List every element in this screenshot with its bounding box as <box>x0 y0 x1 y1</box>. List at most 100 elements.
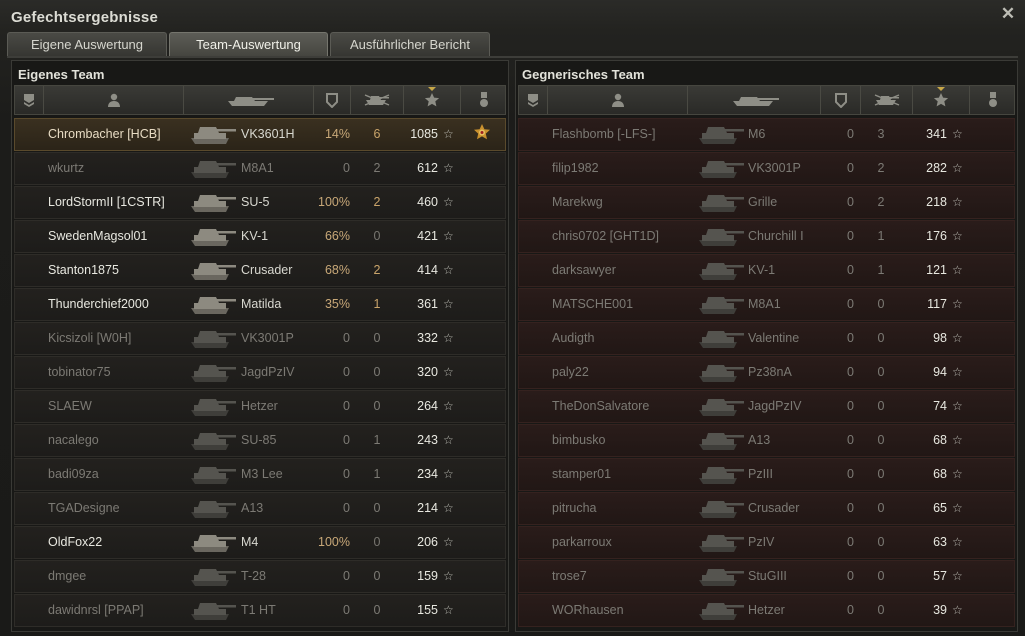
medal-icon[interactable] <box>472 124 492 144</box>
table-row[interactable]: stamper01 PzIII 0 0 68 ☆ <box>518 458 1015 491</box>
frags-value: 0 <box>373 501 381 515</box>
frags-value: 1 <box>373 297 381 311</box>
accuracy-value: 0 <box>343 501 350 515</box>
table-row[interactable]: Marekwg Grille 0 2 218 ☆ <box>518 186 1015 219</box>
table-row[interactable]: OldFox22 M4 100% 0 206 ☆ <box>14 526 506 559</box>
table-row[interactable]: parkarroux PzIV 0 0 63 ☆ <box>518 526 1015 559</box>
tank-name: StuGIII <box>748 569 787 583</box>
medal-column-icon[interactable] <box>461 86 507 114</box>
tank-name: Valentine <box>748 331 800 345</box>
xp-value: 68 <box>933 433 947 447</box>
table-row[interactable]: dawidnrsl [PPAP] T1 HT 0 0 155 ☆ <box>14 594 506 627</box>
table-row[interactable]: nacalego SU-85 0 1 243 ☆ <box>14 424 506 457</box>
table-row[interactable]: WORhausen Hetzer 0 0 39 ☆ <box>518 594 1015 627</box>
table-row[interactable]: chris0702 [GHT1D] Churchill I 0 1 176 ☆ <box>518 220 1015 253</box>
player-name[interactable]: stamper01 <box>552 459 611 490</box>
player-column-icon[interactable] <box>548 86 688 114</box>
player-name[interactable]: TheDonSalvatore <box>552 391 649 422</box>
player-name[interactable]: wkurtz <box>48 153 84 184</box>
star-icon: ☆ <box>443 467 454 481</box>
tank-column-icon[interactable] <box>688 86 821 114</box>
player-name[interactable]: parkarroux <box>552 527 612 558</box>
table-row[interactable]: Thunderchief2000 Matilda 35% 1 361 ☆ <box>14 288 506 321</box>
medal-column-icon[interactable] <box>970 86 1016 114</box>
tank-name: JagdPzIV <box>241 365 295 379</box>
table-row[interactable]: wkurtz M8A1 0 2 612 ☆ <box>14 152 506 185</box>
tank-name: A13 <box>748 433 771 447</box>
player-name[interactable]: paly22 <box>552 357 589 388</box>
tank-name: KV-1 <box>241 229 269 243</box>
shield-column-icon[interactable] <box>821 86 861 114</box>
table-row[interactable]: TheDonSalvatore JagdPzIV 0 0 74 ☆ <box>518 390 1015 423</box>
player-name[interactable]: filip1982 <box>552 153 599 184</box>
accuracy-value: 0 <box>847 195 854 209</box>
player-name[interactable]: chris0702 [GHT1D] <box>552 221 659 252</box>
frags-value: 0 <box>373 399 381 413</box>
player-name[interactable]: nacalego <box>48 425 99 456</box>
tab-divider <box>7 56 1018 58</box>
table-row[interactable]: TGADesigne A13 0 0 214 ☆ <box>14 492 506 525</box>
tank-name: M6 <box>748 127 766 141</box>
table-row[interactable]: Chrombacher [HCB] VK3601H 14% 6 1085 ☆ <box>14 118 506 151</box>
tank-column-icon[interactable] <box>184 86 314 114</box>
table-row[interactable]: bimbusko A13 0 0 68 ☆ <box>518 424 1015 457</box>
table-row[interactable]: SwedenMagsol01 KV-1 66% 0 421 ☆ <box>14 220 506 253</box>
table-row[interactable]: pitrucha Crusader 0 0 65 ☆ <box>518 492 1015 525</box>
tab-ausfuehrlicher-bericht[interactable]: Ausführlicher Bericht <box>330 32 490 56</box>
player-name[interactable]: Thunderchief2000 <box>48 289 149 320</box>
table-row[interactable]: MATSCHE001 M8A1 0 0 117 ☆ <box>518 288 1015 321</box>
accuracy-value: 0 <box>847 297 854 311</box>
table-row[interactable]: LordStormII [1CSTR] SU-5 100% 2 460 ☆ <box>14 186 506 219</box>
table-row[interactable]: darksawyer KV-1 0 1 121 ☆ <box>518 254 1015 287</box>
player-name[interactable]: WORhausen <box>552 595 624 626</box>
table-row[interactable]: dmgee T-28 0 0 159 ☆ <box>14 560 506 593</box>
tank-name: Hetzer <box>241 399 278 413</box>
star-icon: ☆ <box>443 127 454 141</box>
player-name[interactable]: TGADesigne <box>48 493 120 524</box>
tab-eigene-auswertung[interactable]: Eigene Auswertung <box>7 32 167 56</box>
table-row[interactable]: Flashbomb [-LFS-] M6 0 3 341 ☆ <box>518 118 1015 151</box>
player-name[interactable]: pitrucha <box>552 493 596 524</box>
player-name[interactable]: LordStormII [1CSTR] <box>48 187 165 218</box>
kills-column-icon[interactable] <box>861 86 913 114</box>
player-name[interactable]: SLAEW <box>48 391 92 422</box>
xp-value: 206 <box>417 535 438 549</box>
player-name[interactable]: Kicsizoli [W0H] <box>48 323 131 354</box>
table-row[interactable]: tobinator75 JagdPzIV 0 0 320 ☆ <box>14 356 506 389</box>
table-row[interactable]: Kicsizoli [W0H] VK3001P 0 0 332 ☆ <box>14 322 506 355</box>
player-name[interactable]: badi09za <box>48 459 99 490</box>
tab-team-auswertung[interactable]: Team-Auswertung <box>169 32 328 56</box>
squad-column-icon[interactable] <box>519 86 548 114</box>
player-name[interactable]: bimbusko <box>552 425 606 456</box>
player-name[interactable]: dawidnrsl [PPAP] <box>48 595 144 626</box>
squad-column-icon[interactable] <box>15 86 44 114</box>
xp-value: 98 <box>933 331 947 345</box>
kills-column-icon[interactable] <box>351 86 404 114</box>
frags-value: 2 <box>373 263 381 277</box>
player-name[interactable]: darksawyer <box>552 255 616 286</box>
xp-column-icon[interactable] <box>913 86 970 114</box>
table-row[interactable]: SLAEW Hetzer 0 0 264 ☆ <box>14 390 506 423</box>
player-name[interactable]: Marekwg <box>552 187 603 218</box>
player-name[interactable]: Stanton1875 <box>48 255 119 286</box>
player-name[interactable]: tobinator75 <box>48 357 111 388</box>
shield-column-icon[interactable] <box>314 86 351 114</box>
table-row[interactable]: paly22 Pz38nA 0 0 94 ☆ <box>518 356 1015 389</box>
player-name[interactable]: MATSCHE001 <box>552 289 633 320</box>
player-name[interactable]: dmgee <box>48 561 86 592</box>
player-column-icon[interactable] <box>44 86 184 114</box>
player-name[interactable]: OldFox22 <box>48 527 102 558</box>
close-icon[interactable]: ✕ <box>1000 5 1016 22</box>
table-row[interactable]: trose7 StuGIII 0 0 57 ☆ <box>518 560 1015 593</box>
player-name[interactable]: SwedenMagsol01 <box>48 221 147 252</box>
table-row[interactable]: Audigth Valentine 0 0 98 ☆ <box>518 322 1015 355</box>
table-row[interactable]: filip1982 VK3001P 0 2 282 ☆ <box>518 152 1015 185</box>
player-name[interactable]: Flashbomb [-LFS-] <box>552 119 656 150</box>
player-name[interactable]: trose7 <box>552 561 587 592</box>
window-title: Gefechtsergebnisse <box>11 9 158 26</box>
table-row[interactable]: badi09za M3 Lee 0 1 234 ☆ <box>14 458 506 491</box>
player-name[interactable]: Chrombacher [HCB] <box>48 119 161 150</box>
player-name[interactable]: Audigth <box>552 323 594 354</box>
table-row[interactable]: Stanton1875 Crusader 68% 2 414 ☆ <box>14 254 506 287</box>
xp-column-icon[interactable] <box>404 86 461 114</box>
